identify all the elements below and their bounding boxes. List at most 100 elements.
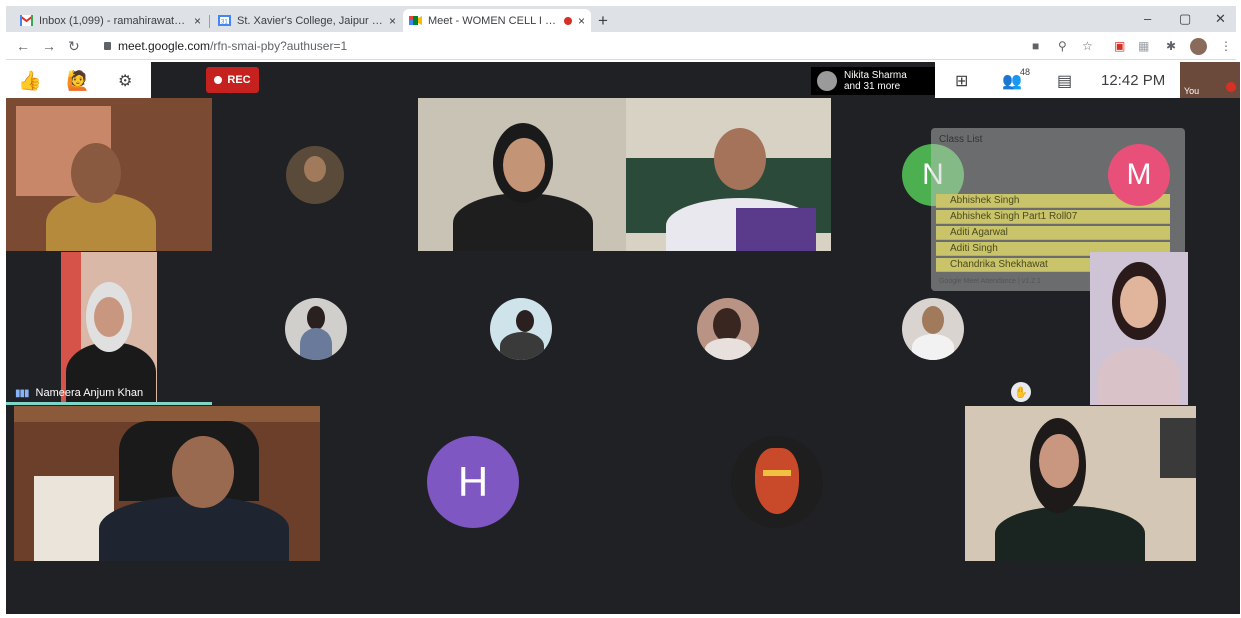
self-label: You <box>1184 86 1200 96</box>
zoom-icon[interactable]: ⚲ <box>1058 39 1067 53</box>
tab-title: St. Xavier's College, Jaipur - Cale... <box>237 14 383 27</box>
video-tile[interactable] <box>14 406 320 561</box>
tab-title: Inbox (1,099) - ramahirawat@st... <box>39 14 188 27</box>
avatar-face <box>516 310 534 332</box>
tab-gmail-inbox[interactable]: Inbox (1,099) - ramahirawat@st... × <box>14 9 207 32</box>
avatar-m[interactable]: M <box>1108 144 1170 206</box>
cabinet <box>14 406 320 422</box>
record-dot-icon <box>214 76 223 84</box>
participant-avatar[interactable] <box>731 436 823 528</box>
minimize-button[interactable]: – <box>1144 11 1151 26</box>
avatar-face <box>922 306 944 334</box>
tab-close-icon[interactable]: × <box>389 14 396 28</box>
participant-head <box>94 297 124 337</box>
participant-saree <box>736 208 816 251</box>
avatar-body <box>500 332 544 360</box>
participant-head <box>172 436 234 508</box>
avatar-body <box>912 334 954 360</box>
recording-indicator-icon <box>563 16 572 25</box>
meeting-clock: 12:42 PM <box>1101 72 1166 89</box>
extension-icon[interactable]: ▣ <box>1114 39 1125 53</box>
participant-avatar[interactable] <box>286 146 344 204</box>
participant-avatar[interactable] <box>285 298 347 360</box>
participant-figure <box>1098 347 1180 405</box>
participant-avatar[interactable] <box>697 298 759 360</box>
background-window <box>1160 418 1196 478</box>
video-tile[interactable] <box>965 406 1196 561</box>
address-bar[interactable]: meet.google.com/rfn-smai-pby?authuser=1 <box>118 39 347 53</box>
participant-head <box>1120 276 1158 328</box>
bookmark-star-icon[interactable]: ☆ <box>1082 39 1093 53</box>
recording-badge[interactable]: REC <box>206 67 259 93</box>
audio-level-icon: ▮▮▮ <box>15 387 29 399</box>
class-list-footer: Google Meet Attendance | v1.2.1 <box>939 278 1041 285</box>
mic-off-icon <box>1226 82 1236 92</box>
video-tile[interactable] <box>1090 252 1188 405</box>
class-list-row[interactable]: Abhishek Singh Part1 Roll07 <box>936 210 1170 224</box>
meet-top-left-bar: 👍 🙋 ⚙ <box>6 62 151 98</box>
tab-close-icon[interactable]: × <box>578 14 585 28</box>
active-speaker-bar <box>6 402 212 405</box>
presenter-more: and 31 more <box>844 81 901 92</box>
avatar-face <box>304 156 326 182</box>
participant-avatar[interactable] <box>902 298 964 360</box>
meet-icon <box>409 16 422 25</box>
avatar-body <box>300 328 332 360</box>
raise-hand-icon[interactable]: 🙋 <box>66 69 90 93</box>
video-tile[interactable] <box>6 98 212 251</box>
tab-calendar[interactable]: 31 St. Xavier's College, Jaipur - Cale..… <box>212 9 402 32</box>
rec-label: REC <box>227 74 251 86</box>
self-view-tile[interactable]: You <box>1180 62 1240 98</box>
menu-kebab-icon[interactable]: ⋮ <box>1220 39 1232 53</box>
reload-icon[interactable]: ↻ <box>68 38 80 55</box>
video-tile[interactable] <box>418 98 626 251</box>
gear-icon[interactable]: ⚙ <box>118 71 132 91</box>
mask-eyes <box>763 470 791 476</box>
maximize-button[interactable]: ▢ <box>1179 11 1191 27</box>
class-list-row[interactable]: Aditi Agarwal <box>936 226 1170 240</box>
avatar-body <box>705 338 751 360</box>
presenter-avatar <box>817 71 837 91</box>
lock-icon <box>104 42 111 50</box>
presenter-name: Nikita Sharma <box>844 70 907 81</box>
presenter-chip[interactable]: Nikita Sharma and 31 more <box>811 67 935 95</box>
participant-head <box>1039 434 1079 488</box>
participant-count: 48 <box>1020 67 1031 77</box>
participant-avatar[interactable] <box>490 298 552 360</box>
tab-separator <box>209 15 210 28</box>
browser-toolbar: ← → ↻ meet.google.com/rfn-smai-pby?authu… <box>6 32 1236 60</box>
close-window-button[interactable]: ✕ <box>1215 11 1226 27</box>
avatar-face <box>307 306 325 330</box>
grid-layout-icon[interactable]: ⊞ <box>955 71 968 91</box>
calendar-icon: 31 <box>218 15 231 26</box>
video-tile[interactable] <box>61 252 157 402</box>
chat-icon[interactable]: ▤ <box>1057 71 1072 91</box>
participant-head <box>71 143 121 203</box>
tab-close-icon[interactable]: × <box>194 14 201 28</box>
video-tile[interactable] <box>626 98 831 251</box>
new-tab-button[interactable]: + <box>598 11 608 31</box>
meet-top-right-bar: ⊞ 👥 48 ▤ 12:42 PM <box>935 62 1180 98</box>
avatar-face <box>713 308 741 342</box>
back-arrow-icon[interactable]: ← <box>16 38 30 54</box>
tab-meet[interactable]: Meet - WOMEN CELL I IDEN... × <box>403 9 591 32</box>
forward-arrow-icon[interactable]: → <box>42 38 56 54</box>
tab-title: Meet - WOMEN CELL I IDEN... <box>428 14 558 27</box>
url-host: meet.google.com <box>118 39 211 53</box>
extensions-puzzle-icon[interactable]: ✱ <box>1166 39 1176 53</box>
camera-icon[interactable]: ■ <box>1032 39 1039 53</box>
gmail-icon <box>20 15 33 26</box>
thumbs-up-icon[interactable]: 👍 <box>18 69 42 93</box>
avatar-h[interactable]: H <box>427 436 519 528</box>
profile-avatar[interactable] <box>1190 38 1207 55</box>
people-icon[interactable]: 👥 <box>1002 71 1022 91</box>
raised-hand-icon: ✋ <box>1011 382 1031 402</box>
svg-text:31: 31 <box>221 20 228 26</box>
class-list-title: Class List <box>939 134 983 145</box>
iron-man-mask-icon <box>755 448 799 514</box>
meet-call-area: 👍 🙋 ⚙ REC Nikita Sharma and 31 more ⊞ 👥 … <box>6 62 1240 614</box>
speaker-name: Nameera Anjum Khan <box>35 387 144 399</box>
browser-tab-strip: Inbox (1,099) - ramahirawat@st... × 31 S… <box>6 6 1236 32</box>
extension-grid-icon[interactable]: ▦ <box>1138 39 1149 53</box>
url-path: /rfn-smai-pby?authuser=1 <box>210 39 348 53</box>
